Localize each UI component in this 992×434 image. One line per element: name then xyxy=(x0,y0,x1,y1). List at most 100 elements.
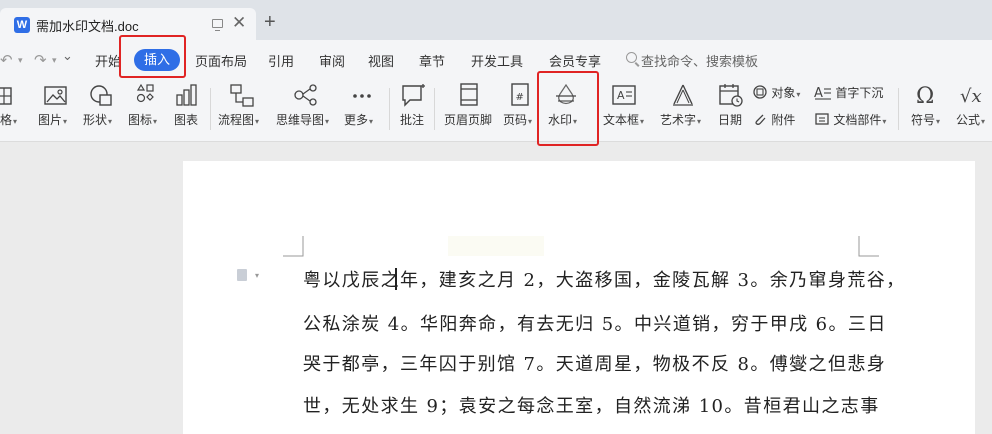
tool-doc-parts[interactable]: 文档部件▾ xyxy=(814,111,886,128)
new-tab-button[interactable]: + xyxy=(264,12,276,32)
tool-object[interactable]: 对象▾ xyxy=(752,84,800,101)
monitor-icon[interactable] xyxy=(212,19,223,31)
chevron-down-icon: ▾ xyxy=(153,117,158,126)
tool-shape-label: 形状 xyxy=(83,113,108,127)
document-line[interactable]: 世，无处求生 9；袁安之每念王室，自然流涕 10。昔桓君山之志事 xyxy=(303,392,880,418)
flowchart-icon xyxy=(230,84,254,107)
tool-more[interactable]: 更多▾ xyxy=(344,78,382,142)
doc-parts-icon xyxy=(815,113,829,125)
redo-dropdown-icon[interactable]: ▾ xyxy=(52,55,57,66)
tool-attachment-label: 附件 xyxy=(771,113,796,127)
chevron-down-icon: ▾ xyxy=(640,117,645,126)
tool-flowchart-label: 流程图 xyxy=(218,113,255,127)
ribbon-separator xyxy=(210,88,211,130)
chevron-down-icon: ▾ xyxy=(936,117,941,126)
tool-table-label: 格 xyxy=(0,113,13,127)
redo-icon[interactable]: ↷ xyxy=(34,51,47,69)
margin-corner-top-right xyxy=(858,236,879,257)
menu-membership[interactable]: 会员专享 xyxy=(549,51,601,70)
dropcap-icon: A xyxy=(814,86,831,101)
tool-picture[interactable]: 图片▾ xyxy=(38,78,76,142)
omega-symbol-icon: Ω xyxy=(916,84,934,108)
title-bar: W 需加水印文档.doc ✕ + xyxy=(0,0,992,40)
formula-icon: √x xyxy=(960,86,982,107)
chevron-down-icon: ▾ xyxy=(108,117,113,126)
search-icon[interactable] xyxy=(626,52,637,63)
tool-textbox[interactable]: A 文本框▾ xyxy=(603,78,649,142)
document-line[interactable]: 公私涂炭 4。华阳奔命，有去无归 5。中兴道销，穷于甲戌 6。三日 xyxy=(303,310,887,336)
tool-icon-label: 图标 xyxy=(128,113,153,127)
calendar-icon xyxy=(719,84,743,107)
icon-library-icon xyxy=(136,83,154,103)
tool-shape[interactable]: 形状▾ xyxy=(83,78,121,142)
tool-doc-parts-label: 文档部件 xyxy=(833,113,882,127)
quick-access-dropdown-icon[interactable]: ⌄ xyxy=(62,48,73,64)
paragraph-handle-icon[interactable] xyxy=(237,269,247,281)
tool-symbol-label: 符号 xyxy=(911,113,936,127)
chevron-down-icon: ▾ xyxy=(369,117,374,126)
tool-object-label: 对象 xyxy=(771,86,796,100)
menu-review[interactable]: 审阅 xyxy=(319,51,345,70)
tool-page-number-label: 页码 xyxy=(503,113,528,127)
menu-references[interactable]: 引用 xyxy=(268,51,294,70)
tool-header-footer[interactable]: 页眉页脚 xyxy=(444,78,494,142)
menu-start[interactable]: 开始 xyxy=(95,51,121,70)
document-line[interactable]: 哭于都亭，三年囚于别馆 7。天道周星，物极不反 8。傅燮之但悲身 xyxy=(303,350,886,376)
margin-corner-top-left xyxy=(283,236,304,257)
ribbon-separator xyxy=(898,88,899,130)
chevron-down-icon: ▾ xyxy=(255,117,260,126)
insert-ribbon: 格▾ 图片▾ 形状▾ 图标▾ 图表 流程图▾ 思维导图▾ 更多▾ 批注 页眉页脚… xyxy=(0,78,992,142)
tool-attachment[interactable]: 附件 xyxy=(752,111,795,128)
paperclip-icon xyxy=(755,114,766,125)
undo-dropdown-icon[interactable]: ▾ xyxy=(18,55,23,66)
ribbon-separator xyxy=(434,88,435,130)
tool-symbol[interactable]: Ω 符号▾ xyxy=(909,78,945,142)
undo-icon[interactable]: ↶ xyxy=(0,51,13,69)
tool-more-label: 更多 xyxy=(344,113,369,127)
chevron-down-icon: ▾ xyxy=(882,117,887,126)
tool-dropcap-label: 首字下沉 xyxy=(835,86,884,100)
bar-chart-icon xyxy=(176,84,197,106)
tool-chart[interactable]: 图表 xyxy=(172,78,202,142)
object-icon xyxy=(753,85,767,99)
tool-page-number[interactable]: # 页码▾ xyxy=(503,78,539,142)
tool-comment[interactable]: 批注 xyxy=(398,78,428,142)
tool-mindmap-label: 思维导图 xyxy=(276,113,325,127)
chevron-down-icon: ▾ xyxy=(796,90,801,99)
tool-icon[interactable]: 图标▾ xyxy=(128,78,166,142)
chevron-down-icon: ▾ xyxy=(63,117,68,126)
document-tab-title: 需加水印文档.doc xyxy=(36,19,139,34)
picture-icon xyxy=(44,86,67,105)
command-search-input[interactable]: 查找命令、搜索模板 xyxy=(641,51,758,70)
close-tab-icon[interactable]: ✕ xyxy=(232,13,246,33)
tool-table[interactable]: 格▾ xyxy=(0,78,18,142)
tool-dropcap[interactable]: A 首字下沉 xyxy=(814,84,883,101)
tool-wordart[interactable]: 艺术字▾ xyxy=(660,78,706,142)
writer-app-icon: W xyxy=(14,17,30,33)
tool-chart-label: 图表 xyxy=(174,113,199,127)
tool-picture-label: 图片 xyxy=(38,113,63,127)
tool-flowchart[interactable]: 流程图▾ xyxy=(218,78,266,142)
menu-page-layout[interactable]: 页面布局 xyxy=(195,51,247,70)
menu-chapter[interactable]: 章节 xyxy=(419,51,445,70)
menu-developer[interactable]: 开发工具 xyxy=(471,51,523,70)
tool-date-label: 日期 xyxy=(718,113,743,127)
table-icon xyxy=(0,87,12,105)
tool-mindmap[interactable]: 思维导图▾ xyxy=(276,78,336,142)
header-footer-icon xyxy=(460,83,478,106)
tool-formula-label: 公式 xyxy=(956,113,981,127)
text-cursor xyxy=(395,268,397,290)
chevron-down-icon: ▾ xyxy=(528,117,533,126)
paragraph-dropdown-icon[interactable]: ▾ xyxy=(255,271,259,280)
watermark-tool-highlight xyxy=(537,71,599,146)
svg-text:√x: √x xyxy=(960,86,982,107)
menu-view[interactable]: 视图 xyxy=(368,51,394,70)
tool-formula[interactable]: √x 公式▾ xyxy=(954,78,992,142)
chevron-down-icon: ▾ xyxy=(13,117,18,126)
tool-date[interactable]: 日期 xyxy=(716,78,746,142)
document-line[interactable]: 粤以戊辰之年，建亥之月 2，大盗移国，金陵瓦解 3。余乃窜身荒谷， xyxy=(303,266,906,292)
comment-icon xyxy=(402,84,425,107)
tool-header-footer-label: 页眉页脚 xyxy=(444,113,493,127)
tool-comment-label: 批注 xyxy=(400,113,425,127)
header-area xyxy=(448,236,544,256)
